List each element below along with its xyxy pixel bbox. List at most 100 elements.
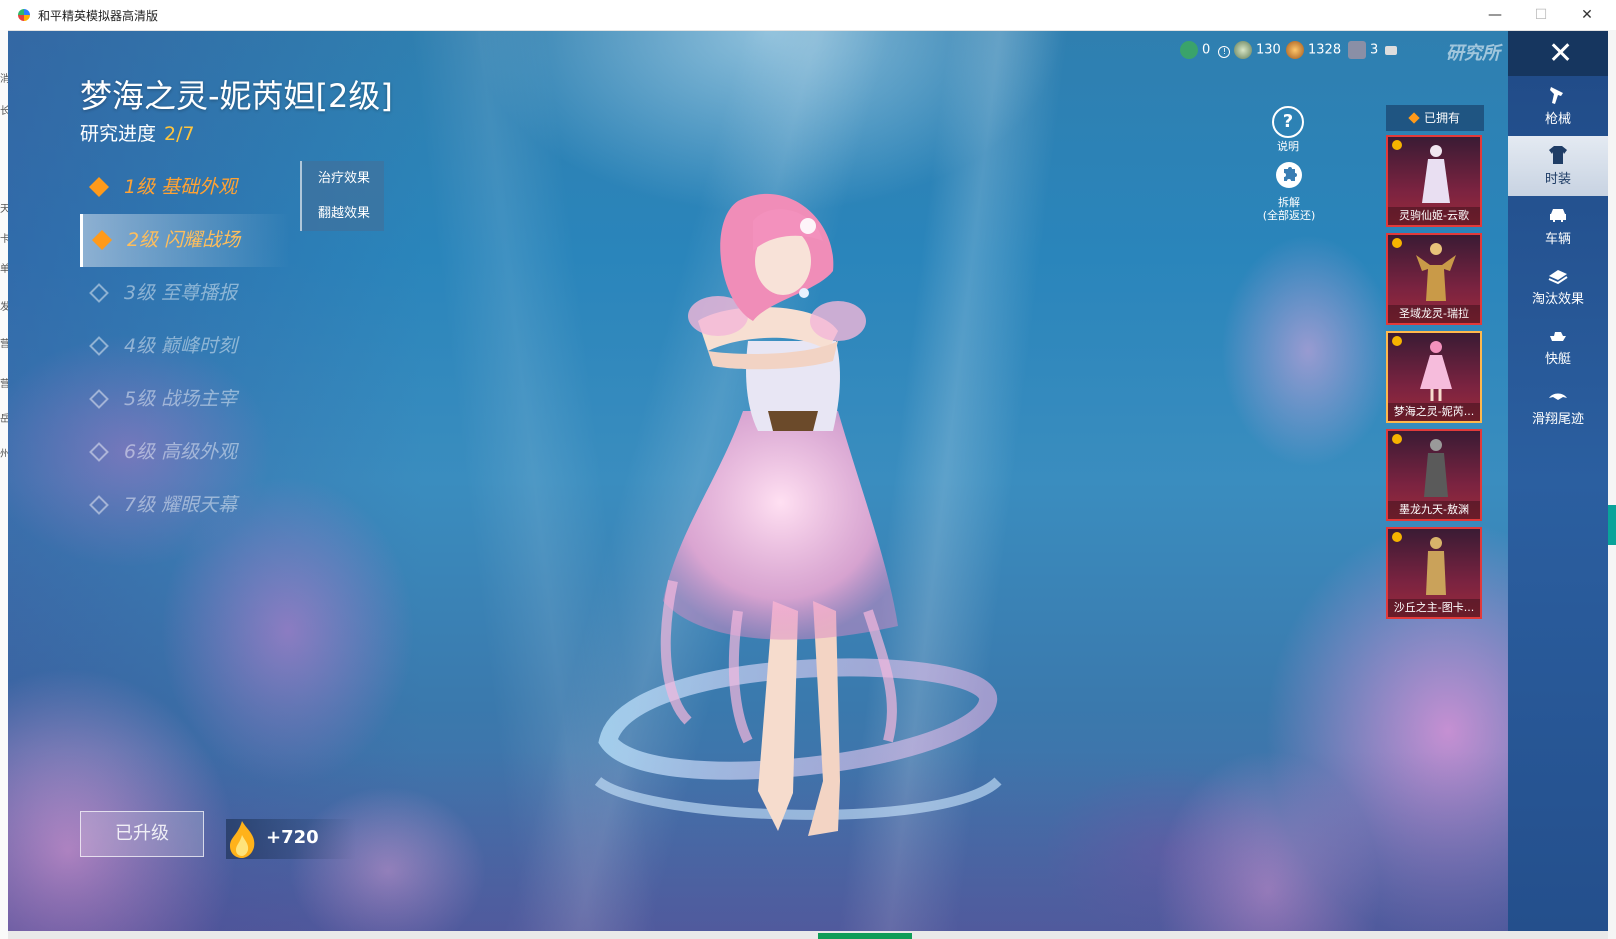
- car-icon: [1550, 209, 1566, 222]
- owned-skin-card[interactable]: 圣域龙灵-瑞拉: [1386, 233, 1482, 325]
- level-label: 5级 战场主宰: [124, 388, 238, 410]
- nav-item-elimination-effects[interactable]: 淘汰效果: [1508, 256, 1608, 316]
- level-badge-icon: [1392, 238, 1402, 248]
- level-label: 1级 基础外观: [124, 176, 238, 198]
- level-badge-icon: [1392, 532, 1402, 542]
- disassemble-label: 拆解: [1278, 196, 1300, 209]
- help-button[interactable]: ? 说明: [1268, 106, 1308, 154]
- nav-label: 枪械: [1544, 112, 1571, 127]
- nav-item-speedboats[interactable]: 快艇: [1508, 316, 1608, 376]
- resize-grip[interactable]: [818, 933, 912, 939]
- currency-2-value: 130: [1256, 42, 1281, 58]
- window-title: 和平精英模拟器高清版: [38, 9, 159, 23]
- upgraded-button[interactable]: 已升级: [80, 811, 204, 857]
- skin-name: 沙丘之主-图卡...: [1388, 599, 1480, 617]
- boat-icon: [1550, 332, 1566, 341]
- nav-item-vehicles[interactable]: 车辆: [1508, 196, 1608, 256]
- window-titlebar: 和平精英模拟器高清版 — ☐ ✕: [0, 0, 1616, 31]
- maximize-button[interactable]: ☐: [1518, 0, 1564, 30]
- close-window-button[interactable]: ✕: [1564, 0, 1610, 30]
- diamond-icon: [89, 177, 109, 197]
- level-label: 4级 巅峰时刻: [124, 335, 238, 357]
- skin-figure: [1416, 243, 1456, 301]
- level-item-2[interactable]: 2级 闪耀战场: [80, 214, 290, 267]
- game-viewport: 0 ! 130 1328 3 研究所 梦海之灵-妮芮妲[2级] 研究进度 2/7 …: [8, 31, 1608, 931]
- skin-name: 梦海之灵-妮芮...: [1388, 403, 1480, 421]
- nav-item-outfits[interactable]: 时装: [1508, 136, 1608, 196]
- owned-header-label: 已拥有: [1423, 111, 1460, 125]
- diamond-icon: [89, 336, 109, 356]
- level-badge-icon: [1392, 336, 1402, 346]
- diamond-icon: [89, 442, 109, 462]
- reward-points: +720: [226, 819, 356, 859]
- currency-4-value: 3: [1370, 42, 1379, 58]
- level-label: 3级 至尊播报: [124, 282, 238, 304]
- level-badge-icon: [1392, 140, 1402, 150]
- reward-value: +720: [266, 827, 319, 848]
- nav-label: 快艇: [1544, 352, 1571, 367]
- owned-skin-card[interactable]: 灵驹仙姬-云歌: [1386, 135, 1482, 227]
- minimize-button[interactable]: —: [1472, 0, 1518, 30]
- level-label: 7级 耀眼天幕: [124, 494, 238, 516]
- level-badge-icon: [1392, 434, 1402, 444]
- nav-item-guns[interactable]: 枪械: [1508, 76, 1608, 136]
- token-icon: [1180, 41, 1198, 59]
- close-panel-button[interactable]: ✕: [1508, 31, 1608, 76]
- info-icon[interactable]: !: [1218, 45, 1231, 58]
- skin-figure: [1420, 341, 1452, 401]
- owned-skin-card-selected[interactable]: 梦海之灵-妮芮...: [1386, 331, 1482, 423]
- puzzle-icon: [1276, 162, 1302, 188]
- level-item-6[interactable]: 6级 高级外观: [80, 426, 290, 479]
- skin-figure: [1422, 145, 1450, 203]
- diamond-icon: [89, 283, 109, 303]
- effect-vault[interactable]: 翻越效果: [302, 196, 384, 231]
- owned-skin-card[interactable]: 墨龙九天-敖渊: [1386, 429, 1482, 521]
- category-nav: ✕ 枪械 时装 车辆 淘汰效果 快艇 滑翔尾迹: [1508, 31, 1608, 931]
- disassemble-button[interactable]: 拆解 (全部返还): [1258, 161, 1320, 222]
- progress-label: 研究进度: [80, 123, 157, 145]
- disassemble-sublabel: (全部返还): [1262, 209, 1316, 222]
- outfit-icon: [1549, 146, 1567, 164]
- ticket-icon: [1348, 41, 1366, 59]
- bottom-bar: [8, 931, 1608, 939]
- diamond-icon: [92, 230, 112, 250]
- currency-1-value: 0: [1202, 42, 1211, 58]
- nav-label: 时装: [1544, 172, 1571, 187]
- skin-name: 圣域龙灵-瑞拉: [1388, 305, 1480, 323]
- currency-3-value: 1328: [1308, 42, 1342, 58]
- research-progress: 研究进度 2/7: [80, 119, 195, 146]
- elimination-effect-icon: [1548, 270, 1568, 285]
- owned-skin-card[interactable]: 沙丘之主-图卡...: [1386, 527, 1482, 619]
- glide-trail-icon: [1549, 393, 1567, 400]
- level-item-1[interactable]: 1级 基础外观: [80, 161, 290, 214]
- skin-figure: [1424, 439, 1448, 497]
- progress-value: 2/7: [164, 123, 195, 145]
- lab-title: 研究所: [1446, 43, 1500, 64]
- level-list: 1级 基础外观 2级 闪耀战场 3级 至尊播报 4级 巅峰时刻 5级 战场主宰 …: [80, 161, 290, 532]
- skin-figure: [1426, 537, 1446, 595]
- owned-header: 已拥有: [1386, 105, 1484, 131]
- level-item-3[interactable]: 3级 至尊播报: [80, 267, 290, 320]
- currency-4[interactable]: 3: [1348, 41, 1398, 63]
- currency-3[interactable]: 1328: [1286, 41, 1341, 63]
- character-model[interactable]: [568, 181, 1048, 901]
- side-tab[interactable]: [1608, 505, 1616, 545]
- level-item-5[interactable]: 5级 战场主宰: [80, 373, 290, 426]
- currency-2[interactable]: 130: [1234, 41, 1281, 63]
- level-item-7[interactable]: 7级 耀眼天幕: [80, 479, 290, 532]
- card-icon: [1385, 45, 1398, 55]
- skin-title: 梦海之灵-妮芮妲[2级]: [80, 77, 393, 115]
- nav-label: 滑翔尾迹: [1531, 412, 1584, 427]
- level-label: 2级 闪耀战场: [127, 229, 241, 251]
- level-item-4[interactable]: 4级 巅峰时刻: [80, 320, 290, 373]
- close-icon: ✕: [1548, 36, 1574, 71]
- nav-label: 车辆: [1544, 232, 1571, 247]
- right-edge-strip: [1608, 30, 1616, 939]
- currency-1[interactable]: 0 !: [1180, 41, 1231, 63]
- level-label: 6级 高级外观: [124, 441, 238, 463]
- nav-item-glide-trails[interactable]: 滑翔尾迹: [1508, 376, 1608, 436]
- effect-heal[interactable]: 治疗效果: [302, 161, 384, 196]
- flame-icon: [230, 821, 255, 858]
- silver-coin-icon: [1234, 41, 1252, 59]
- skin-name: 灵驹仙姬-云歌: [1388, 207, 1480, 225]
